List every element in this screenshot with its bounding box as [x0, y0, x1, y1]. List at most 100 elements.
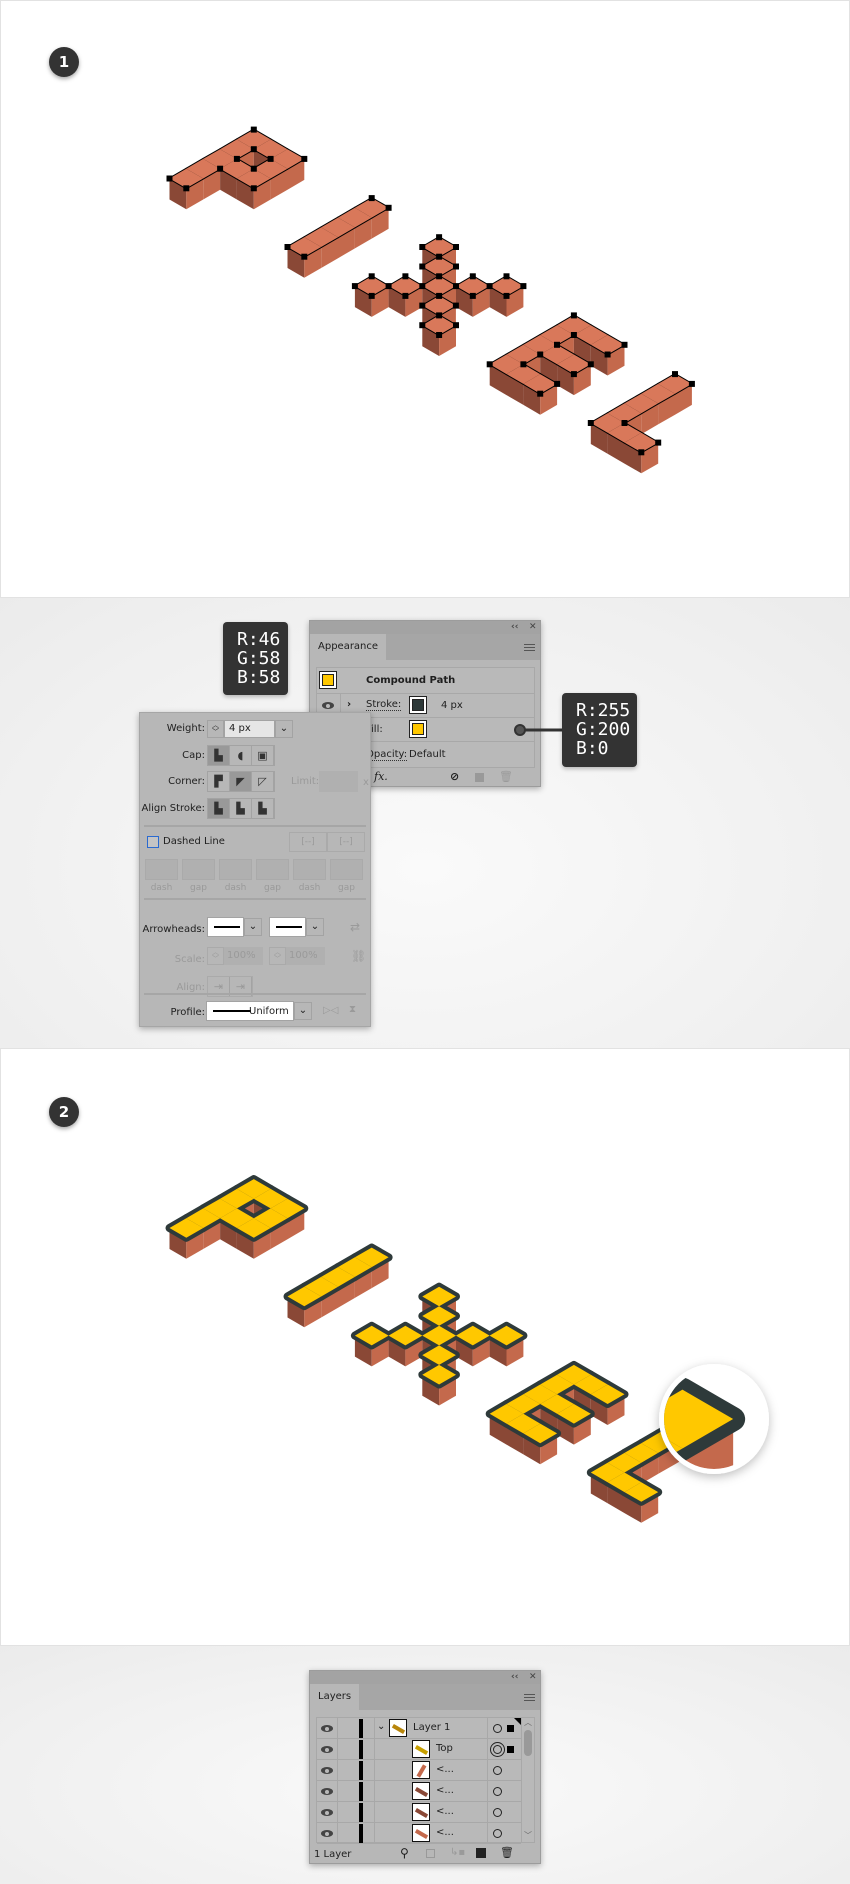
anchor-point[interactable] — [621, 341, 628, 348]
end-scale-stepper[interactable]: ︿ ﹀ — [269, 947, 286, 965]
align-inside-button[interactable]: ▙ — [230, 799, 252, 818]
panel-menu-icon[interactable] — [524, 644, 535, 651]
layer-row[interactable]: Top — [317, 1739, 521, 1760]
anchor-point[interactable] — [638, 449, 645, 456]
anchor-point[interactable] — [436, 292, 443, 299]
anchor-point[interactable] — [453, 283, 459, 290]
eye-icon[interactable] — [321, 1830, 333, 1837]
scrollbar-thumb[interactable] — [524, 1730, 532, 1756]
selection-square-icon[interactable] — [507, 1725, 514, 1732]
anchor-point[interactable] — [453, 263, 459, 270]
anchor-point[interactable] — [486, 283, 493, 290]
target-icon[interactable] — [493, 1724, 502, 1733]
start-scale-input[interactable]: 100% — [224, 947, 263, 965]
profile-select[interactable]: Uniform — [206, 1001, 294, 1021]
collapse-icon[interactable]: ‹‹ — [511, 1671, 518, 1684]
align-outside-button[interactable]: ▙ — [252, 799, 274, 818]
eye-icon[interactable] — [321, 1725, 333, 1732]
anchor-point[interactable] — [587, 420, 594, 426]
bevel-join-button[interactable]: ◸ — [252, 772, 274, 791]
start-arrowhead-dropdown[interactable]: ⌄ — [244, 918, 262, 936]
anchor-point[interactable] — [233, 155, 240, 162]
anchor-point[interactable] — [520, 283, 527, 290]
clear-appearance-icon[interactable]: ⊘ — [450, 770, 459, 783]
preserve-dash-icon[interactable]: [‐‐] — [289, 832, 327, 852]
align-dash-icon[interactable]: [‐‐] — [327, 832, 365, 852]
layer-name[interactable]: <... — [436, 1806, 454, 1817]
anchor-point[interactable] — [604, 351, 611, 358]
opacity-value[interactable]: Default — [409, 749, 446, 760]
anchor-point[interactable] — [250, 185, 257, 192]
dash-input[interactable] — [145, 859, 178, 880]
search-icon[interactable]: ⚲ — [400, 1846, 409, 1860]
eye-icon[interactable] — [321, 1788, 333, 1795]
end-arrowhead-dropdown[interactable]: ⌄ — [306, 918, 324, 936]
anchor-point[interactable] — [301, 155, 308, 162]
end-arrowhead-select[interactable] — [269, 917, 306, 937]
anchor-point[interactable] — [520, 361, 527, 368]
scrollbar[interactable]: ︿ ﹀ — [521, 1718, 534, 1842]
close-icon[interactable]: ✕ — [529, 621, 537, 634]
target-icon[interactable] — [493, 1808, 502, 1817]
tab-appearance[interactable]: Appearance — [310, 634, 387, 660]
anchor-point[interactable] — [655, 439, 662, 446]
layer-name[interactable]: <... — [436, 1827, 454, 1838]
target-icon[interactable] — [493, 1829, 502, 1838]
anchor-point[interactable] — [183, 185, 190, 192]
anchor-point[interactable] — [301, 253, 308, 260]
anchor-point[interactable] — [385, 283, 392, 290]
anchor-point[interactable] — [436, 253, 443, 260]
layer-row[interactable]: <... — [317, 1760, 521, 1781]
anchor-point[interactable] — [453, 244, 459, 250]
anchor-point[interactable] — [570, 371, 577, 378]
layer-name[interactable]: <... — [436, 1785, 454, 1796]
flip-along-icon[interactable]: ▷◁ — [323, 1005, 338, 1016]
new-sublayer-icon[interactable]: ↳▪ — [450, 1847, 465, 1858]
dashed-line-checkbox[interactable] — [147, 836, 159, 848]
anchor-point[interactable] — [351, 283, 358, 290]
weight-dropdown[interactable]: ⌄ — [275, 720, 293, 738]
profile-dropdown[interactable]: ⌄ — [294, 1002, 312, 1020]
start-arrowhead-select[interactable] — [207, 917, 244, 937]
anchor-point[interactable] — [570, 332, 577, 338]
panel-menu-icon[interactable] — [524, 1694, 535, 1701]
anchor-point[interactable] — [419, 244, 426, 250]
anchor-point[interactable] — [368, 195, 375, 202]
anchor-point[interactable] — [570, 312, 577, 319]
dash-input[interactable] — [293, 859, 326, 880]
anchor-point[interactable] — [621, 420, 628, 426]
anchor-point[interactable] — [436, 332, 443, 338]
fill-swatch[interactable] — [409, 720, 427, 738]
anchor-point[interactable] — [385, 204, 392, 211]
anchor-point[interactable] — [217, 165, 224, 172]
anchor-point[interactable] — [419, 263, 426, 270]
layer-name[interactable]: <... — [436, 1764, 454, 1775]
anchor-point[interactable] — [436, 273, 443, 280]
tab-layers[interactable]: Layers — [310, 1684, 360, 1710]
limit-input[interactable] — [319, 771, 358, 792]
anchor-point[interactable] — [284, 244, 291, 250]
eye-icon[interactable] — [322, 702, 334, 709]
swap-arrowheads-icon[interactable]: ⇄ — [350, 920, 360, 934]
dashed-line-label[interactable]: Dashed Line — [163, 836, 225, 847]
flip-across-icon[interactable]: ⧗ — [349, 1004, 356, 1015]
anchor-point[interactable] — [368, 292, 375, 299]
eye-icon[interactable] — [321, 1809, 333, 1816]
target-icon[interactable] — [493, 1766, 502, 1775]
anchor-point[interactable] — [402, 292, 409, 299]
anchor-point[interactable] — [486, 361, 493, 368]
anchor-point[interactable] — [250, 126, 257, 133]
layer-row[interactable]: <... — [317, 1802, 521, 1823]
round-join-button[interactable]: ◤ — [230, 772, 252, 791]
gap-input[interactable] — [330, 859, 363, 880]
trash-icon[interactable]: 🗑 — [500, 1846, 514, 1859]
layer-name[interactable]: Top — [436, 1743, 453, 1754]
anchor-point[interactable] — [554, 380, 561, 387]
new-layer-icon[interactable] — [476, 1848, 486, 1858]
anchor-point[interactable] — [672, 371, 678, 378]
eye-icon[interactable] — [321, 1746, 333, 1753]
gap-input[interactable] — [256, 859, 289, 880]
butt-cap-button[interactable]: ▙ — [208, 746, 230, 765]
dash-input[interactable] — [219, 859, 252, 880]
projecting-cap-button[interactable]: ▣ — [252, 746, 274, 765]
